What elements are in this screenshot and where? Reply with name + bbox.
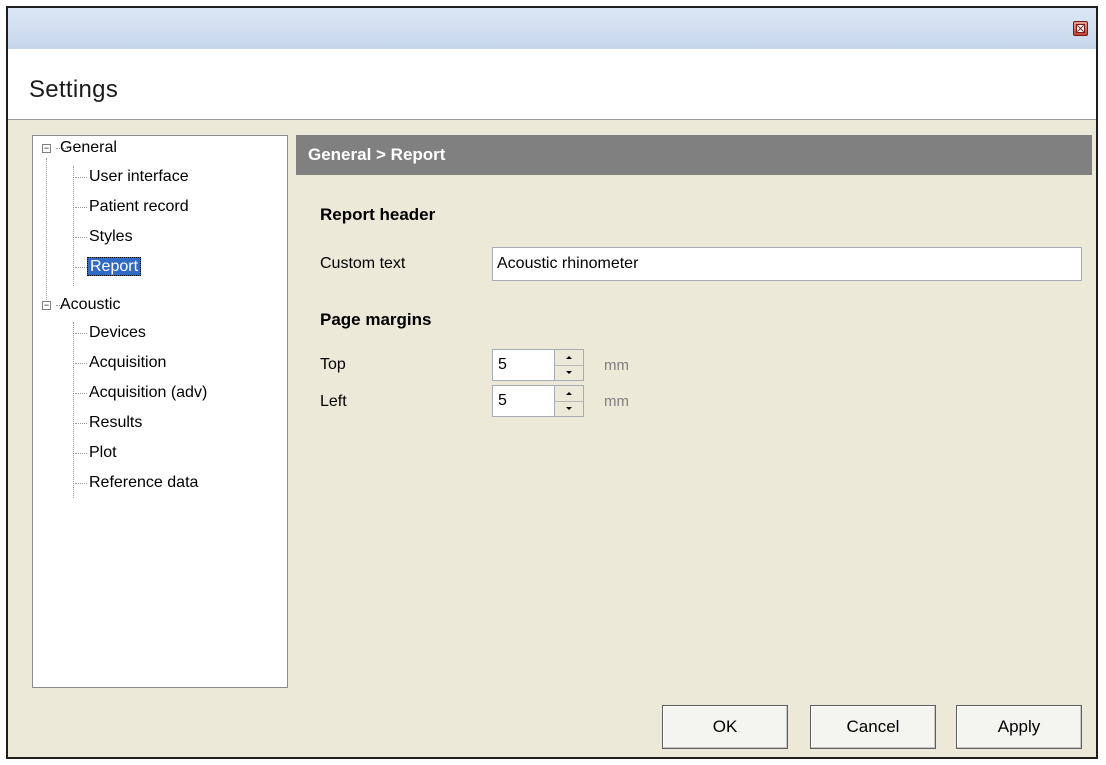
arrow-down-icon (566, 407, 572, 410)
settings-dialog: Settings − General User interface Patien… (6, 6, 1098, 759)
tree-item-user-interface[interactable]: User interface (87, 167, 191, 187)
arrow-down-icon (566, 371, 572, 374)
top-margin-input[interactable] (492, 349, 554, 381)
tree-item-label: Patient record (89, 198, 189, 215)
tree-node-label: Acoustic (60, 296, 121, 313)
tree-item-results[interactable]: Results (87, 413, 144, 433)
close-button[interactable] (1073, 21, 1088, 36)
tree-item-reference-data[interactable]: Reference data (87, 473, 200, 493)
left-margin-increment-button[interactable] (555, 386, 583, 402)
tree-item-label: Acquisition (89, 354, 167, 371)
close-icon (1076, 24, 1085, 33)
tree-item-label: Report (87, 257, 142, 276)
tree-item-label: Plot (89, 444, 117, 461)
tree-item-label: Results (89, 414, 143, 431)
tree-item-label: Styles (89, 228, 133, 245)
tree-item-patient-record[interactable]: Patient record (87, 197, 191, 217)
tree-node-acoustic[interactable]: Acoustic (58, 295, 122, 315)
tree-node-label: General (60, 139, 117, 156)
page-margins-title: Page margins (320, 310, 432, 329)
top-margin-spinner (554, 349, 584, 381)
collapse-general-icon[interactable]: − (42, 144, 51, 153)
tree-item-report[interactable]: Report (87, 257, 142, 277)
arrow-up-icon (566, 392, 572, 395)
left-margin-spinner (554, 385, 584, 417)
panel-breadcrumb: General > Report (296, 135, 1092, 175)
dialog-header: Settings (8, 49, 1096, 120)
left-margin-decrement-button[interactable] (555, 401, 583, 416)
tree-item-acquisition-adv[interactable]: Acquisition (adv) (87, 383, 209, 403)
settings-panel: General > Report Report header Custom te… (296, 135, 1092, 688)
cancel-button[interactable]: Cancel (810, 705, 936, 749)
arrow-up-icon (566, 356, 572, 359)
report-header-title: Report header (320, 205, 436, 224)
top-margin-decrement-button[interactable] (555, 365, 583, 380)
tree-item-label: User interface (89, 168, 189, 185)
title-bar (8, 8, 1096, 49)
collapse-acoustic-icon[interactable]: − (42, 301, 51, 310)
dialog-title: Settings (29, 76, 119, 103)
top-margin-unit: mm (604, 357, 629, 374)
apply-button[interactable]: Apply (956, 705, 1082, 749)
left-margin-label: Left (320, 393, 347, 410)
top-margin-increment-button[interactable] (555, 350, 583, 366)
tree-item-devices[interactable]: Devices (87, 323, 148, 343)
tree-item-label: Devices (89, 324, 146, 341)
ok-button[interactable]: OK (662, 705, 788, 749)
custom-text-input[interactable] (492, 247, 1082, 281)
top-margin-label: Top (320, 356, 346, 373)
tree-item-acquisition[interactable]: Acquisition (87, 353, 168, 373)
left-margin-input[interactable] (492, 385, 554, 417)
tree-item-plot[interactable]: Plot (87, 443, 119, 463)
settings-tree: − General User interface Patient record … (32, 135, 288, 688)
tree-item-label: Reference data (89, 474, 199, 491)
tree-node-general[interactable]: General (58, 138, 119, 158)
left-margin-unit: mm (604, 393, 629, 410)
tree-item-styles[interactable]: Styles (87, 227, 135, 247)
tree-item-label: Acquisition (adv) (89, 384, 208, 401)
custom-text-label: Custom text (320, 255, 406, 272)
